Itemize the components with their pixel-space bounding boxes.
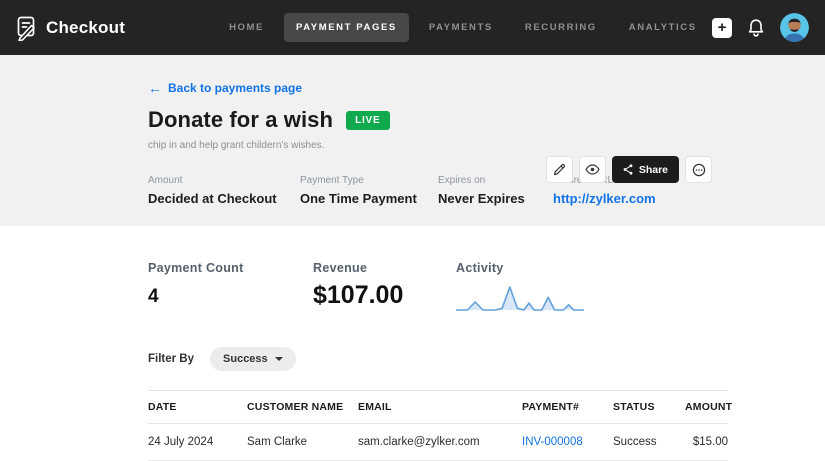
status-filter-dropdown[interactable]: Success [210,347,296,371]
back-link-label: Back to payments page [168,81,302,95]
filter-by-label: Filter By [148,353,194,365]
preview-button[interactable] [579,156,606,183]
col-header-date[interactable]: DATE [148,391,247,424]
nav-item-payments[interactable]: PAYMENTS [417,13,505,42]
col-header-payment[interactable]: PAYMENT# [522,391,613,424]
info-value: Never Expires [438,191,553,206]
stats-row: Payment Count 4 Revenue $107.00 Activity [148,261,728,313]
nav-item-home[interactable]: HOME [217,13,276,42]
main-nav: HOME PAYMENT PAGES PAYMENTS RECURRING AN… [217,13,709,42]
nav-item-payment-pages[interactable]: PAYMENT PAGES [284,13,409,42]
status-badge: LIVE [346,111,389,130]
brand-logo[interactable]: Checkout [14,15,125,41]
cell-email: sam.clarke@zylker.com [358,424,522,461]
share-button[interactable]: Share [612,156,679,183]
table-row[interactable]: 24 July 2024 Sam Clarke sam.clarke@zylke… [148,424,728,461]
stat-label: Activity [456,261,584,275]
stat-payment-count: Payment Count 4 [148,261,313,308]
nav-right-controls: + [712,13,809,42]
info-value: Decided at Checkout [148,191,300,206]
page-header-section: ← Back to payments page Donate for a wis… [0,55,825,226]
page-actions: Share [546,156,712,183]
info-amount: Amount Decided at Checkout [148,175,300,206]
notifications-button[interactable] [747,18,765,38]
edit-button[interactable] [546,156,573,183]
cell-status: Success [613,424,685,461]
col-header-customer-name[interactable]: CUSTOMER NAME [247,391,358,424]
info-label: Payment Type [300,175,438,186]
stat-revenue: Revenue $107.00 [313,261,456,310]
info-expires-on: Expires on Never Expires [438,175,553,206]
ellipsis-circle-icon [692,163,706,177]
quick-add-button[interactable]: + [712,18,732,38]
brand-name: Checkout [46,18,125,38]
more-options-button[interactable] [685,156,712,183]
filter-selected-value: Success [223,353,268,365]
stat-activity: Activity [456,261,584,313]
revenue-value: $107.00 [313,281,456,310]
col-header-status[interactable]: STATUS [613,391,685,424]
title-row: Donate for a wish LIVE [148,107,825,133]
invoice-link[interactable]: INV-000008 [522,424,613,461]
top-navbar: Checkout HOME PAYMENT PAGES PAYMENTS REC… [0,0,825,55]
info-label: Expires on [438,175,553,186]
info-payment-type: Payment Type One Time Payment [300,175,438,206]
bell-icon [747,18,765,38]
checkout-logo-icon [14,15,38,41]
info-value: One Time Payment [300,191,438,206]
back-to-payments-link[interactable]: ← Back to payments page [148,81,302,95]
chevron-down-icon [275,357,283,361]
user-avatar[interactable] [780,13,809,42]
nav-item-recurring[interactable]: RECURRING [513,13,609,42]
page-subtitle: chip in and help grant childern's wishes… [148,140,825,151]
payments-table: DATE CUSTOMER NAME EMAIL PAYMENT# STATUS… [148,390,728,461]
back-arrow-icon: ← [148,81,162,95]
activity-sparkline [456,283,584,313]
cell-customer-name: Sam Clarke [247,424,358,461]
table-header-row: DATE CUSTOMER NAME EMAIL PAYMENT# STATUS… [148,391,728,424]
share-button-label: Share [639,164,668,176]
stat-label: Payment Count [148,261,313,275]
filter-row: Filter By Success [148,347,728,371]
eye-icon [585,164,600,175]
stat-label: Revenue [313,261,456,275]
info-label: Amount [148,175,300,186]
cell-amount: $15.00 [685,424,728,461]
page-info-row: Amount Decided at Checkout Payment Type … [148,175,825,206]
payment-count-value: 4 [148,286,313,308]
col-header-amount[interactable]: AMOUNT [685,391,728,424]
page-title: Donate for a wish [148,107,333,133]
redirect-url-link[interactable]: http://zylker.com [553,191,656,206]
pencil-icon [553,163,566,176]
plus-icon: + [718,20,727,35]
share-icon [623,164,633,175]
cell-date: 24 July 2024 [148,424,247,461]
nav-item-analytics[interactable]: ANALYTICS [617,13,709,42]
col-header-email[interactable]: EMAIL [358,391,522,424]
main-content: Payment Count 4 Revenue $107.00 Activity… [0,226,825,461]
